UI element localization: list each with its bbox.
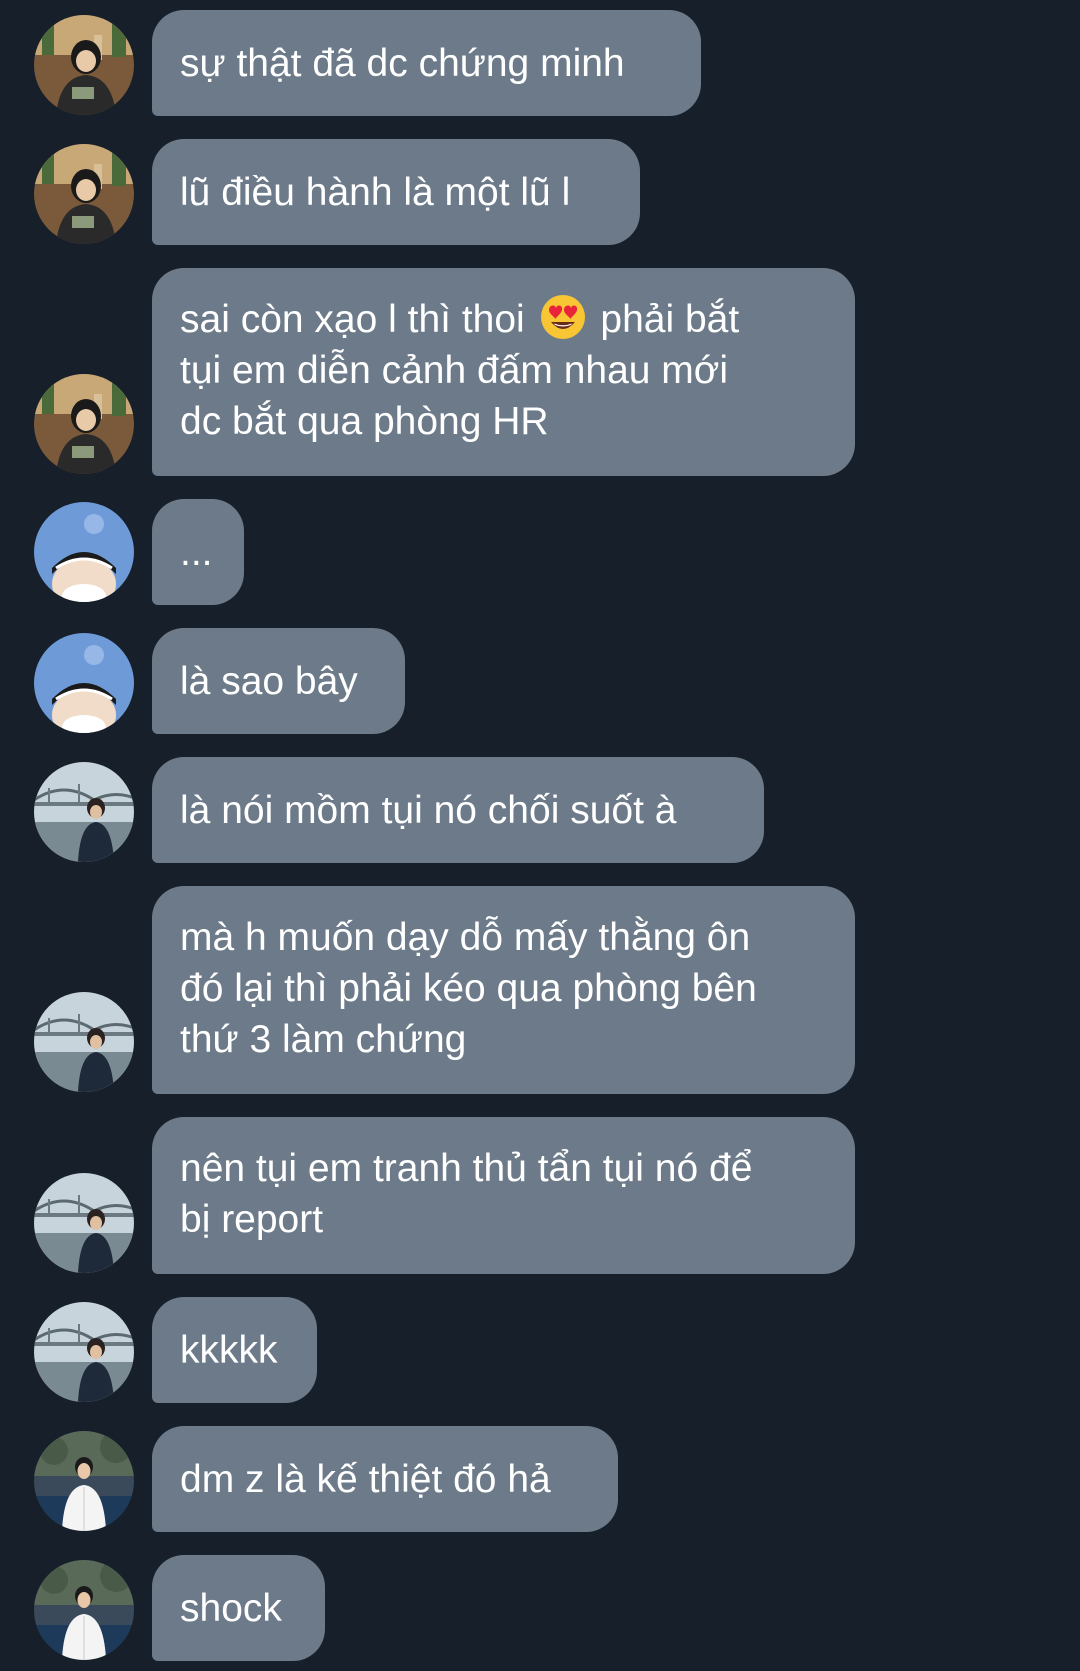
message-line: dc bắt qua phòng HR [180,400,549,443]
message-row: dm z là kế thiệt đó hả [0,1426,1080,1532]
message-text-segment: phải bắt [600,298,740,341]
avatar[interactable] [34,144,134,244]
message-row: ... [0,499,1080,605]
avatar[interactable] [34,633,134,733]
message-line: thứ 3 làm chứng [180,1018,467,1061]
avatar-boy-white-shirt-icon [34,1560,134,1660]
message-text: là sao bây [180,659,358,703]
message-bubble[interactable]: ... [152,499,244,605]
message-text: sự thật đã dc chứng minh [180,41,625,85]
avatar-girl-cafe-icon [34,15,134,115]
message-text: kkkkk [180,1328,278,1372]
message-line: nên tụi em tranh thủ tẩn tụi nó để [180,1147,753,1190]
message-bubble[interactable]: shock [152,1555,325,1661]
message-row: lũ điều hành là một lũ l [0,139,1080,245]
message-text: dm z là kế thiệt đó hả [180,1457,551,1501]
message-line: mà h muốn dạy dỗ mấy thằng ôn [180,916,751,959]
message-bubble[interactable]: sai còn xạo l thì thoi phải bắt tụi em d… [152,268,855,476]
message-text: ... [180,530,213,574]
avatar-masked-sky-icon [34,633,134,733]
message-text: sai còn xạo l thì thoi phải bắt tụi em d… [180,294,739,447]
message-text: là nói mồm tụi nó chối suốt à [180,788,677,832]
avatar[interactable] [34,1431,134,1531]
message-line: đó lại thì phải kéo qua phòng bên [180,967,757,1010]
avatar[interactable] [34,502,134,602]
message-line: bị report [180,1198,324,1241]
message-bubble[interactable]: mà h muốn dạy dỗ mấy thằng ôn đó lại thì… [152,886,855,1094]
message-bubble[interactable]: sự thật đã dc chứng minh [152,10,701,116]
message-text: shock [180,1586,282,1630]
avatar-boy-bridge-icon [34,762,134,862]
message-bubble[interactable]: dm z là kế thiệt đó hả [152,1426,618,1532]
message-bubble[interactable]: là sao bây [152,628,405,734]
avatar[interactable] [34,762,134,862]
avatar[interactable] [34,1173,134,1273]
avatar-boy-bridge-icon [34,1173,134,1273]
avatar[interactable] [34,374,134,474]
avatar-girl-cafe-icon [34,374,134,474]
avatar[interactable] [34,992,134,1092]
avatar-boy-white-shirt-icon [34,1431,134,1531]
message-row: nên tụi em tranh thủ tẩn tụi nó để bị re… [0,1117,1080,1274]
message-line: tụi em diễn cảnh đấm nhau mới [180,349,729,392]
message-row: sự thật đã dc chứng minh [0,10,1080,116]
avatar-masked-sky-icon [34,502,134,602]
message-row: shock [0,1555,1080,1661]
message-text: nên tụi em tranh thủ tẩn tụi nó để bị re… [180,1143,752,1245]
avatar-boy-bridge-icon [34,992,134,1092]
message-bubble[interactable]: kkkkk [152,1297,317,1403]
message-line: sai còn xạo l thì thoi phải bắt [180,294,739,345]
message-text: mà h muốn dạy dỗ mấy thằng ôn đó lại thì… [180,912,757,1065]
message-bubble[interactable]: nên tụi em tranh thủ tẩn tụi nó để bị re… [152,1117,855,1274]
message-bubble[interactable]: lũ điều hành là một lũ l [152,139,640,245]
message-row: là sao bây [0,628,1080,734]
avatar-boy-bridge-icon [34,1302,134,1402]
avatar[interactable] [34,1560,134,1660]
avatar[interactable] [34,15,134,115]
message-text: lũ điều hành là một lũ l [180,170,571,214]
heart-eyes-emoji-icon [540,295,585,339]
avatar[interactable] [34,1302,134,1402]
message-bubble[interactable]: là nói mồm tụi nó chối suốt à [152,757,764,863]
message-row: sai còn xạo l thì thoi phải bắt tụi em d… [0,268,1080,476]
message-text-segment: sai còn xạo l thì thoi [180,298,525,341]
chat-thread: sự thật đã dc chứng minh lũ điều hành là… [0,0,1080,1671]
message-row: là nói mồm tụi nó chối suốt à [0,757,1080,863]
avatar-girl-cafe-icon [34,144,134,244]
message-row: mà h muốn dạy dỗ mấy thằng ôn đó lại thì… [0,886,1080,1094]
message-row: kkkkk [0,1297,1080,1403]
